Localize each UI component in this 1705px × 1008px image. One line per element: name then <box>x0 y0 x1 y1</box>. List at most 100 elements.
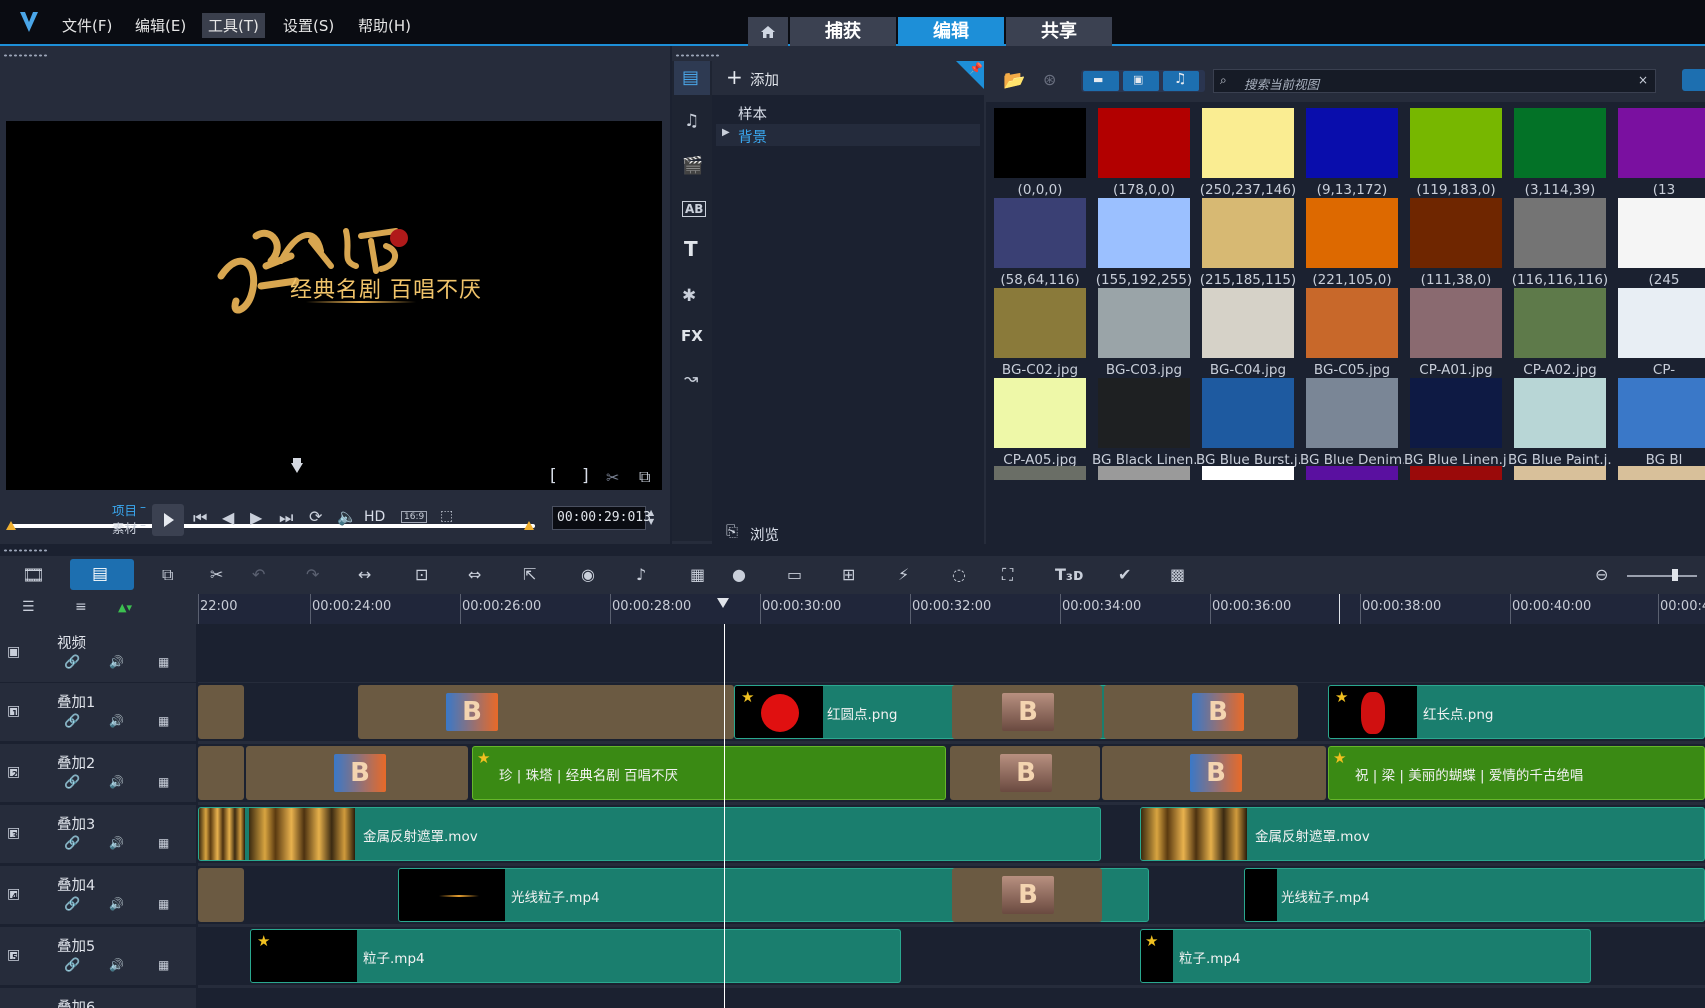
library-thumb[interactable]: (245 <box>1612 192 1705 290</box>
time-remapping-icon[interactable]: ⚡ <box>898 565 909 584</box>
library-thumb-partial[interactable] <box>1410 466 1502 480</box>
app-logo-icon[interactable] <box>18 10 40 34</box>
clip-particles[interactable]: ★ 粒子.mp4 <box>250 929 901 983</box>
library-thumb[interactable]: (119,183,0) <box>1404 102 1517 200</box>
clip-transition[interactable]: B <box>952 685 1102 739</box>
link-icon[interactable]: 🔗 <box>64 958 80 973</box>
library-thumb[interactable]: BG-C03.jpg <box>1092 282 1205 380</box>
expand-arrow-icon[interactable]: ▶ <box>722 127 730 138</box>
library-thumb-partial[interactable] <box>1098 466 1190 480</box>
zoom-slider-thumb[interactable] <box>1672 569 1678 581</box>
motion-tracking-icon[interactable]: ● <box>732 565 746 584</box>
menu-settings[interactable]: 设置(S) <box>277 13 340 38</box>
grid-icon[interactable]: ▦ <box>158 958 169 972</box>
tab-share[interactable]: 共享 <box>1006 17 1112 46</box>
grid-icon[interactable]: ▦ <box>158 897 169 911</box>
library-thumb[interactable]: (58,64,116) <box>988 192 1101 290</box>
auto-music-icon[interactable]: ▩ <box>1170 565 1185 584</box>
volume-icon[interactable]: 🔈 <box>337 507 357 526</box>
panel-grip-library[interactable] <box>675 54 720 57</box>
clip-transition[interactable]: B <box>1102 746 1326 800</box>
timeline-view-button[interactable]: ▤ <box>70 559 134 590</box>
library-thumb[interactable]: CP-A05.jpg <box>988 372 1101 470</box>
clip-metal-mask[interactable]: 金属反射遮罩.mov <box>198 807 1101 861</box>
library-thumb[interactable]: (0,0,0) <box>988 102 1101 200</box>
clear-search-icon[interactable]: × <box>1638 73 1648 87</box>
menu-tools[interactable]: 工具(T) <box>202 13 265 38</box>
library-thumb[interactable]: (9,13,172) <box>1300 102 1413 200</box>
pan-zoom-icon[interactable]: ⇱ <box>523 565 536 584</box>
undo-icon[interactable]: ↶ <box>252 565 265 584</box>
crop-icon[interactable]: ⊡ <box>415 565 428 584</box>
hd-toggle[interactable]: HD <box>364 509 385 525</box>
library-thumb-partial[interactable] <box>1306 466 1398 480</box>
overlay-size-icon[interactable]: ⬚ <box>440 508 453 524</box>
enlarge-preview-icon[interactable]: ⧉ <box>639 467 650 487</box>
view-toggle-button[interactable] <box>1682 69 1705 91</box>
add-folder-button[interactable]: 添加 <box>750 69 779 90</box>
library-thumb[interactable]: (3,114,39) <box>1508 102 1621 200</box>
library-thumb[interactable]: (250,237,146) <box>1196 102 1309 200</box>
clip-title-butterfly[interactable]: ★ 祝 | 梁 | 美丽的蝴蝶 | 爱情的千古绝唱 <box>1328 746 1705 800</box>
3d-title-icon[interactable]: T₃ᴅ <box>1055 565 1084 584</box>
grid-icon[interactable]: ▦ <box>158 775 169 789</box>
clip-transition[interactable] <box>198 685 244 739</box>
library-thumb-partial[interactable] <box>1202 466 1294 480</box>
go-start-icon[interactable]: ⏮ <box>193 508 207 528</box>
link-icon[interactable]: 🔗 <box>64 836 80 851</box>
browse-button[interactable]: 浏览 <box>750 524 779 545</box>
panel-grip[interactable] <box>3 54 48 57</box>
grid-icon[interactable]: ▦ <box>158 655 169 669</box>
fx-filter-icon[interactable]: FX <box>681 327 703 345</box>
home-tab[interactable] <box>748 17 788 46</box>
speaker-icon[interactable]: 🔊 <box>109 958 124 972</box>
aspect-ratio-toggle[interactable]: 16:9 <box>401 511 428 523</box>
media-category-button[interactable]: ▤ <box>674 61 710 95</box>
library-thumb[interactable]: BG-C05.jpg <box>1300 282 1413 380</box>
clip-mode-label[interactable]: 素材 <box>112 518 137 537</box>
link-icon[interactable]: 🔗 <box>64 775 80 790</box>
repeat-icon[interactable]: ⟳ <box>309 507 322 526</box>
clip-transition[interactable] <box>198 868 244 922</box>
menu-help[interactable]: 帮助(H) <box>352 13 417 38</box>
scissors-icon[interactable]: ✂ <box>606 468 619 487</box>
audio-mixer-icon[interactable]: ♪ <box>636 565 646 584</box>
library-thumb[interactable]: (215,185,115) <box>1196 192 1309 290</box>
library-thumb[interactable]: BG Bl <box>1612 372 1705 470</box>
library-thumb[interactable]: BG Blue Paint.j... <box>1508 372 1621 470</box>
import-folder-icon[interactable]: 📂 <box>1003 70 1025 91</box>
trim-start-icon[interactable] <box>6 521 16 530</box>
playhead-marker-icon[interactable] <box>291 463 303 473</box>
play-button[interactable] <box>152 504 184 536</box>
tab-capture[interactable]: 捕获 <box>790 17 896 46</box>
add-icon[interactable]: + <box>726 65 743 89</box>
library-thumb-partial[interactable] <box>1514 466 1606 480</box>
clip-transition[interactable]: B <box>952 868 1102 922</box>
browse-icon[interactable]: ⎘ <box>726 522 738 540</box>
clip-red-long[interactable]: ★ 红长点.png <box>1328 685 1705 739</box>
timeline-ruler[interactable]: 22:00 00:00:24:00 00:00:26:00 00:00:28:00 00… <box>198 594 1705 624</box>
speaker-icon[interactable]: 🔊 <box>109 655 124 669</box>
library-thumb[interactable]: (116,116,116) <box>1508 192 1621 290</box>
link-icon[interactable]: 🔗 <box>64 655 80 670</box>
go-end-icon[interactable]: ⏭ <box>279 508 293 528</box>
speaker-icon[interactable]: 🔊 <box>109 897 124 911</box>
tree-item-samples[interactable]: 样本 <box>738 103 767 124</box>
library-thumb-partial[interactable] <box>1618 466 1705 480</box>
library-thumb[interactable]: (155,192,255) <box>1092 192 1205 290</box>
storyboard-view-icon[interactable]: 🎞 <box>22 565 45 586</box>
library-thumb-partial[interactable] <box>994 466 1086 480</box>
library-thumb[interactable]: BG-C02.jpg <box>988 282 1101 380</box>
zoom-slider[interactable] <box>1627 575 1697 577</box>
library-thumb[interactable]: BG Blue Burst.j... <box>1196 372 1309 470</box>
mark-in-button[interactable]: [ <box>550 466 557 486</box>
capture-icon[interactable]: ⊛ <box>1043 70 1056 89</box>
multicam-icon[interactable]: ▦ <box>690 565 705 584</box>
tools-icon[interactable]: ✂ <box>210 565 223 584</box>
speaker-icon[interactable]: 🔊 <box>109 775 124 789</box>
fit-width-icon[interactable]: ↔ <box>358 565 371 584</box>
link-icon[interactable]: 🔗 <box>64 897 80 912</box>
graphics-icon[interactable]: ✱ <box>682 286 696 306</box>
project-mode-label[interactable]: 项目 <box>112 500 137 519</box>
clip-transition[interactable]: B <box>358 685 734 739</box>
